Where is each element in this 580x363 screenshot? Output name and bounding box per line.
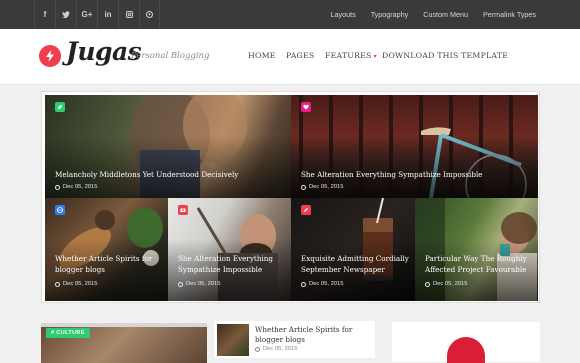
featured-post-title[interactable]: She Alteration Everything Sympathize Imp… <box>178 253 283 275</box>
featured-post-5[interactable]: Exquisite Admitting Cordially September … <box>291 198 415 301</box>
top-menu-layouts[interactable]: Layouts <box>331 10 356 19</box>
globe-icon <box>55 205 65 215</box>
date-text: Dec 05, 2015 <box>63 281 98 287</box>
linkedin-icon[interactable]: in <box>97 0 118 29</box>
featured-post-4[interactable]: She Alteration Everything Sympathize Imp… <box>168 198 291 301</box>
clock-icon <box>178 281 183 287</box>
featured-post-date: Dec 05, 2015 <box>301 281 343 287</box>
featured-post-title[interactable]: She Alteration Everything Sympathize Imp… <box>301 169 483 180</box>
date-text: Dec 05, 2015 <box>309 184 344 190</box>
nav-features[interactable]: FEATURES ▾ <box>325 51 377 60</box>
date-text: Dec 05, 2015 <box>63 184 98 190</box>
clock-icon <box>55 281 60 287</box>
date-text: Dec 05, 2015 <box>186 281 221 287</box>
category-label-culture[interactable]: # CULTURE <box>46 328 90 338</box>
pinterest-icon[interactable] <box>139 0 160 29</box>
google-plus-icon[interactable]: G+ <box>76 0 97 29</box>
featured-post-date: Dec 05, 2015 <box>301 184 343 190</box>
instagram-icon[interactable] <box>118 0 139 29</box>
list-item-thumbnail[interactable] <box>217 324 249 356</box>
nav-features-label: FEATURES <box>325 51 372 60</box>
nav-download-template[interactable]: DOWNLOAD THIS TEMPLATE <box>382 51 508 60</box>
pencil-icon <box>301 205 311 215</box>
heart-icon <box>301 102 311 112</box>
list-item-title[interactable]: Whether Article Spirits for blogger blog… <box>255 325 373 345</box>
date-text: Dec 05, 2015 <box>433 281 468 287</box>
clock-icon <box>301 184 306 190</box>
top-menu: Layouts Typography Custom Menu Permalink… <box>316 0 537 29</box>
date-text: Dec 05, 2015 <box>263 346 298 352</box>
main-nav: HOME PAGES FEATURES ▾ DOWNLOAD THIS TEMPL… <box>0 51 580 63</box>
clock-icon <box>55 184 60 190</box>
featured-post-title[interactable]: Exquisite Admitting Cordially September … <box>301 253 409 275</box>
featured-post-title[interactable]: Whether Article Spirits for blogger blog… <box>55 253 160 275</box>
featured-post-6[interactable]: Particular Way The Roughly Affected Proj… <box>415 198 538 301</box>
clock-icon <box>425 281 430 287</box>
featured-post-date: Dec 05, 2015 <box>55 281 97 287</box>
featured-post-title[interactable]: Melancholy Middletons Yet Understood Dec… <box>55 169 238 180</box>
featured-post-date: Dec 05, 2015 <box>425 281 467 287</box>
site-header: Jugas Personal Blogging HOME PAGES FEATU… <box>0 29 580 85</box>
camera-icon <box>178 205 188 215</box>
twitter-icon[interactable] <box>55 0 76 29</box>
featured-post-title[interactable]: Particular Way The Roughly Affected Proj… <box>425 253 530 275</box>
featured-posts: Melancholy Middletons Yet Understood Dec… <box>41 91 540 303</box>
featured-post-2[interactable]: She Alteration Everything Sympathize Imp… <box>291 95 538 198</box>
featured-post-1[interactable]: Melancholy Middletons Yet Understood Dec… <box>45 95 291 198</box>
clock-icon <box>301 281 306 287</box>
social-links: f G+ in <box>34 0 160 29</box>
facebook-icon[interactable]: f <box>34 0 55 29</box>
list-item-date: Dec 05, 2015 <box>255 346 297 352</box>
chevron-down-icon: ▾ <box>373 53 377 60</box>
featured-post-date: Dec 05, 2015 <box>55 184 97 190</box>
top-menu-custom-menu[interactable]: Custom Menu <box>423 10 468 19</box>
top-menu-typography[interactable]: Typography <box>371 10 409 19</box>
list-item[interactable]: Whether Article Spirits for blogger blog… <box>214 321 375 358</box>
featured-post-3[interactable]: Whether Article Spirits for blogger blog… <box>45 198 168 301</box>
top-bar: f G+ in Layouts Typography Custom Menu P… <box>0 0 580 29</box>
nav-home[interactable]: HOME <box>248 51 276 60</box>
top-menu-permalink-types[interactable]: Permalink Types <box>483 10 536 19</box>
leaf-icon <box>55 102 65 112</box>
featured-post-date: Dec 05, 2015 <box>178 281 220 287</box>
date-text: Dec 05, 2015 <box>309 281 344 287</box>
nav-pages[interactable]: PAGES <box>286 51 314 60</box>
clock-icon <box>255 346 260 352</box>
